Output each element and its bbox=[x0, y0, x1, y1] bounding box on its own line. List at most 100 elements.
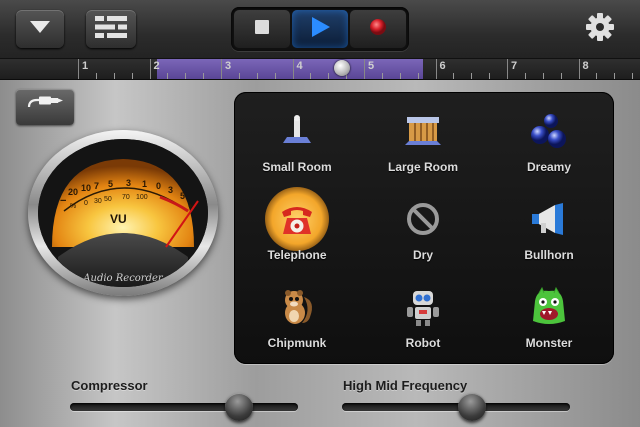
effect-dry[interactable]: Dry bbox=[360, 180, 486, 270]
effect-label: Robot bbox=[405, 336, 441, 350]
vu-scale-bottom-label: 100 bbox=[136, 194, 148, 201]
effect-dreamy[interactable]: Dreamy bbox=[486, 92, 612, 182]
input-settings-button[interactable] bbox=[16, 89, 74, 125]
playhead-handle[interactable] bbox=[334, 60, 350, 76]
vu-meter: 20 10 7 5 3 1 0 3 5 +% 0 30 50 70 100− VU Audio Record… bbox=[28, 130, 218, 296]
ruler-bar-number: 5 bbox=[368, 60, 375, 72]
vu-scale-bottom-label: 70 bbox=[122, 194, 130, 201]
gear-icon bbox=[585, 12, 615, 47]
vu-scale-top-label: 3 bbox=[126, 178, 132, 188]
ruler-bar-number: 3 bbox=[225, 60, 232, 72]
effect-monster[interactable]: Monster bbox=[486, 268, 612, 358]
effect-label: Small Room bbox=[262, 160, 332, 174]
ruler-bar-number: 2 bbox=[153, 60, 160, 72]
ruler-bar-line bbox=[78, 59, 79, 79]
ruler-beat-tick bbox=[524, 73, 526, 79]
vu-label: VU bbox=[110, 212, 127, 226]
vu-scale-bottom-label: 30 bbox=[94, 198, 102, 205]
ruler-bar-line bbox=[149, 59, 151, 79]
ruler-beat-tick bbox=[238, 73, 240, 79]
ruler-bar-line bbox=[578, 59, 580, 79]
vu-scale-top-label: 0 bbox=[156, 181, 162, 191]
ruler-beat-tick bbox=[453, 73, 455, 79]
ruler-beat-tick bbox=[274, 73, 276, 79]
effect-small-room[interactable]: Small Room bbox=[234, 92, 360, 182]
effect-label: Large Room bbox=[387, 160, 458, 174]
vu-scale-top-label: + bbox=[188, 201, 194, 211]
ruler-beat-tick bbox=[95, 73, 97, 79]
tracks-view-icon bbox=[94, 15, 128, 44]
settings-button[interactable] bbox=[576, 10, 624, 48]
ruler-bar-number: 8 bbox=[582, 60, 589, 72]
ruler-beat-tick bbox=[399, 73, 401, 79]
ruler-beat-tick bbox=[614, 73, 616, 79]
high-mid-frequency-slider-knob[interactable] bbox=[457, 393, 486, 421]
ruler-bar-number: 4 bbox=[296, 60, 303, 72]
chipmunk-icon bbox=[274, 284, 320, 330]
effect-label: Bullhorn bbox=[524, 248, 574, 262]
effect-telephone[interactable]: Telephone bbox=[234, 180, 360, 270]
menu-button[interactable] bbox=[16, 10, 64, 48]
ruler-beat-tick bbox=[328, 73, 330, 79]
effect-large-room[interactable]: Large Room bbox=[360, 92, 486, 182]
ruler-beat-tick bbox=[560, 73, 562, 79]
vu-scale-top-label: 5 bbox=[108, 179, 114, 189]
transport-controls bbox=[231, 7, 409, 51]
record-icon bbox=[368, 17, 388, 42]
ruler-bar-number: 1 bbox=[82, 60, 89, 72]
effect-label: Monster bbox=[525, 336, 573, 350]
megaphone-icon bbox=[526, 196, 572, 242]
ruler-beat-tick bbox=[489, 73, 491, 79]
high-mid-frequency-slider-track[interactable] bbox=[342, 403, 570, 411]
stop-button[interactable] bbox=[234, 10, 290, 48]
record-button[interactable] bbox=[350, 10, 406, 48]
ruler-bar-line bbox=[221, 59, 222, 79]
ruler-beat-tick bbox=[542, 73, 544, 79]
prohibited-icon bbox=[400, 196, 446, 242]
ruler-beat-tick bbox=[113, 73, 115, 79]
high-mid-frequency-label: High Mid Frequency bbox=[343, 378, 468, 393]
vu-scale-bottom-label: % bbox=[70, 203, 77, 210]
telephone-icon bbox=[265, 187, 329, 251]
vu-scale-top-label: 1 bbox=[142, 179, 148, 189]
compressor-label: Compressor bbox=[71, 378, 148, 393]
tracks-view-button[interactable] bbox=[86, 10, 136, 48]
play-icon bbox=[309, 16, 331, 43]
effects-panel: Small Room Large Room Dreamy Telephone Dry Bu… bbox=[234, 92, 614, 364]
ruler-beat-tick bbox=[417, 73, 419, 79]
ruler-beat-tick bbox=[632, 73, 634, 79]
ruler-beat-tick bbox=[167, 73, 169, 79]
small-room-icon bbox=[274, 108, 320, 154]
ruler-beat-tick bbox=[381, 73, 383, 79]
effect-robot[interactable]: Robot bbox=[360, 268, 486, 358]
effect-label: Chipmunk bbox=[267, 336, 327, 350]
effect-chipmunk[interactable]: Chipmunk bbox=[234, 268, 360, 358]
large-room-icon bbox=[400, 108, 446, 154]
robot-icon bbox=[400, 284, 446, 330]
ruler-beat-tick bbox=[596, 73, 598, 79]
ruler-bar-number: 7 bbox=[511, 60, 518, 72]
vu-minus-sign: − bbox=[60, 195, 67, 207]
play-button[interactable] bbox=[292, 10, 348, 48]
brand-label: Audio Recorder bbox=[83, 273, 163, 284]
effect-label: Telephone bbox=[267, 248, 327, 262]
effect-bullhorn[interactable]: Bullhorn bbox=[486, 180, 612, 270]
input-plug-icon bbox=[25, 95, 65, 120]
timeline-ruler[interactable]: 1 2 3 4 5 6 7 8 bbox=[0, 59, 640, 80]
vu-scale-top-label: 20 bbox=[68, 187, 79, 197]
bubbles-icon bbox=[526, 108, 572, 154]
top-toolbar bbox=[0, 0, 640, 59]
vu-scale-top-label: 3 bbox=[168, 185, 174, 195]
ruler-beat-tick bbox=[310, 73, 312, 79]
ruler-beat-tick bbox=[185, 73, 187, 79]
ruler-beat-tick bbox=[256, 73, 258, 79]
ruler-bar-line bbox=[364, 59, 365, 79]
vu-meter-face: 20 10 7 5 3 1 0 3 5 +% 0 30 50 70 100− VU Audio Record… bbox=[38, 139, 208, 287]
compressor-slider-knob[interactable] bbox=[224, 393, 253, 421]
ruler-beat-tick bbox=[203, 73, 205, 79]
ruler-bar-line bbox=[292, 59, 294, 79]
vu-scale-top-label: 5 bbox=[180, 191, 186, 201]
compressor-slider-track[interactable] bbox=[70, 403, 298, 411]
effect-label: Dry bbox=[412, 248, 433, 262]
ruler-bar-number: 6 bbox=[439, 60, 446, 72]
